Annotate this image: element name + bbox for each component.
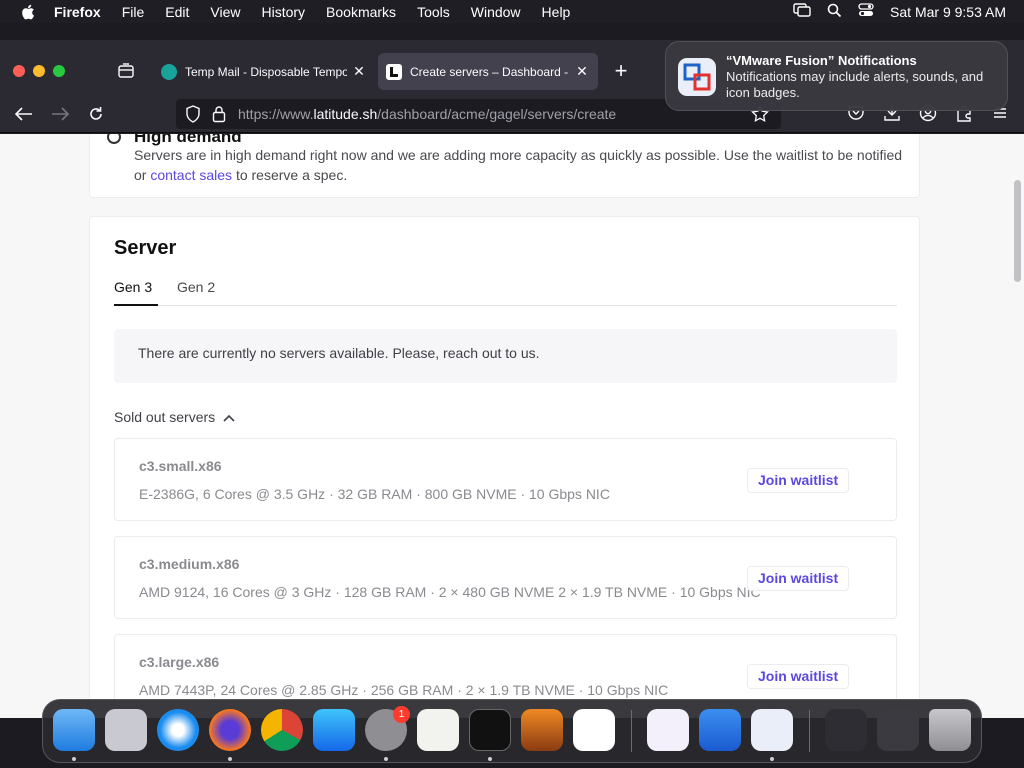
- tab-create-servers[interactable]: Create servers – Dashboard - Latitude.sh…: [378, 53, 598, 90]
- running-indicator: [228, 757, 232, 761]
- server-name: c3.medium.x86: [139, 556, 240, 572]
- visual-studio-icon[interactable]: [647, 709, 689, 751]
- running-indicator: [72, 757, 76, 761]
- server-name: c3.large.x86: [139, 654, 220, 670]
- textedit-icon[interactable]: [417, 709, 459, 751]
- safari-icon[interactable]: [157, 709, 199, 751]
- firefox-icon[interactable]: [209, 709, 251, 751]
- latitude-favicon-icon: [386, 63, 402, 80]
- contact-sales-link[interactable]: contact sales: [150, 167, 232, 183]
- menu-file[interactable]: File: [122, 4, 145, 20]
- running-indicator: [770, 757, 774, 761]
- high-demand-text: Servers are in high demand right now and…: [134, 145, 914, 185]
- server-item: c3.medium.x86 AMD 9124, 16 Cores @ 3 GHz…: [114, 536, 897, 619]
- screenshot-icon[interactable]: [877, 709, 919, 751]
- spotlight-search-icon[interactable]: [827, 3, 842, 21]
- server-name: c3.small.x86: [139, 458, 222, 474]
- notification-body: Notifications may include alerts, sounds…: [726, 69, 984, 100]
- no-servers-message: There are currently no servers available…: [114, 329, 897, 383]
- back-arrow-icon[interactable]: [14, 104, 34, 124]
- new-tab-plus-icon[interactable]: +: [611, 60, 631, 82]
- tab-temp-mail[interactable]: Temp Mail - Disposable Temporary Email ✕: [153, 53, 375, 90]
- tab-gen-2[interactable]: Gen 2: [177, 279, 215, 306]
- notification-title: “VMware Fusion” Notifications: [726, 53, 917, 68]
- vscode-icon[interactable]: [573, 709, 615, 751]
- high-demand-text-after: to reserve a spec.: [232, 167, 348, 183]
- server-item: c3.small.x86 E-2386G, 6 Cores @ 3.5 GHz …: [114, 438, 897, 521]
- app-store-icon[interactable]: [313, 709, 355, 751]
- page-scrollbar[interactable]: [1014, 180, 1021, 282]
- vmware-notification-banner[interactable]: “VMware Fusion” Notifications Notificati…: [665, 41, 1008, 111]
- join-waitlist-button[interactable]: Join waitlist: [747, 566, 850, 591]
- chrome-icon[interactable]: [261, 709, 303, 751]
- menu-history[interactable]: History: [261, 4, 305, 20]
- screen-mirroring-icon[interactable]: [793, 3, 811, 20]
- generation-tabs: Gen 3 Gen 2: [114, 279, 897, 306]
- running-indicator: [384, 757, 388, 761]
- server-card: Server Gen 3 Gen 2 There are currently n…: [89, 216, 920, 718]
- tab-title: Create servers – Dashboard - Latitude.sh: [410, 64, 570, 79]
- vmware-fusion-icon[interactable]: [751, 709, 793, 751]
- icloud-icon[interactable]: [699, 709, 741, 751]
- preview-icon[interactable]: [825, 709, 867, 751]
- menu-app-name[interactable]: Firefox: [54, 4, 101, 20]
- reload-icon[interactable]: [86, 104, 106, 124]
- server-spec: E-2386G, 6 Cores @ 3.5 GHz · 32 GB RAM ·…: [139, 486, 610, 502]
- lock-icon[interactable]: [212, 105, 226, 128]
- garageband-icon[interactable]: [521, 709, 563, 751]
- dock-separator: [809, 710, 810, 752]
- menubar-clock[interactable]: Sat Mar 9 9:53 AM: [890, 4, 1006, 20]
- server-spec: AMD 7443P, 24 Cores @ 2.85 GHz · 256 GB …: [139, 682, 669, 698]
- vmware-fusion-icon: [678, 58, 716, 96]
- url-prefix: https://www.: [238, 106, 314, 122]
- dock-separator: [631, 710, 632, 752]
- window-minimize-button[interactable]: [33, 65, 45, 77]
- join-waitlist-button[interactable]: Join waitlist: [747, 664, 850, 689]
- tracking-protection-shield-icon[interactable]: [185, 105, 201, 128]
- forward-arrow-icon[interactable]: [50, 104, 70, 124]
- url-path: /dashboard/acme/gagel/servers/create: [377, 106, 617, 122]
- server-section-title: Server: [114, 237, 177, 259]
- temp-mail-favicon-icon: [161, 63, 177, 80]
- dock: 1: [42, 699, 982, 763]
- terminal-icon[interactable]: [469, 709, 511, 751]
- high-demand-card: High demand Servers are in high demand r…: [89, 134, 920, 198]
- close-icon[interactable]: ✕: [351, 63, 367, 80]
- url-host: latitude.sh: [313, 106, 378, 122]
- control-center-icon[interactable]: [858, 3, 874, 20]
- join-waitlist-button[interactable]: Join waitlist: [747, 468, 850, 493]
- sold-out-label: Sold out servers: [114, 409, 216, 425]
- url-text[interactable]: https://www.latitude.sh/dashboard/acme/g…: [238, 106, 616, 122]
- close-icon[interactable]: ✕: [574, 63, 590, 80]
- menu-help[interactable]: Help: [542, 4, 571, 20]
- tab-gen-3[interactable]: Gen 3: [114, 279, 158, 306]
- menu-view[interactable]: View: [210, 4, 240, 20]
- launchpad-icon[interactable]: [105, 709, 147, 751]
- info-circle-icon: [107, 134, 121, 144]
- menu-tools[interactable]: Tools: [417, 4, 450, 20]
- running-indicator: [488, 757, 492, 761]
- page-content: High demand Servers are in high demand r…: [0, 134, 1024, 718]
- menu-bar: Firefox File Edit View History Bookmarks…: [0, 0, 1024, 23]
- chevron-up-icon: [223, 409, 235, 425]
- menu-window[interactable]: Window: [471, 4, 521, 20]
- sold-out-toggle[interactable]: Sold out servers: [114, 409, 235, 425]
- window-close-button[interactable]: [13, 65, 25, 77]
- menu-edit[interactable]: Edit: [165, 4, 189, 20]
- trash-icon[interactable]: [929, 709, 971, 751]
- server-spec: AMD 9124, 16 Cores @ 3 GHz · 128 GB RAM …: [139, 584, 761, 600]
- finder-icon[interactable]: [53, 709, 95, 751]
- firefox-view-icon[interactable]: [117, 63, 135, 79]
- menu-bookmarks[interactable]: Bookmarks: [326, 4, 396, 20]
- tab-title: Temp Mail - Disposable Temporary Email: [185, 64, 347, 79]
- notification-badge: 1: [393, 706, 410, 723]
- apple-icon[interactable]: [20, 4, 36, 20]
- window-zoom-button[interactable]: [53, 65, 65, 77]
